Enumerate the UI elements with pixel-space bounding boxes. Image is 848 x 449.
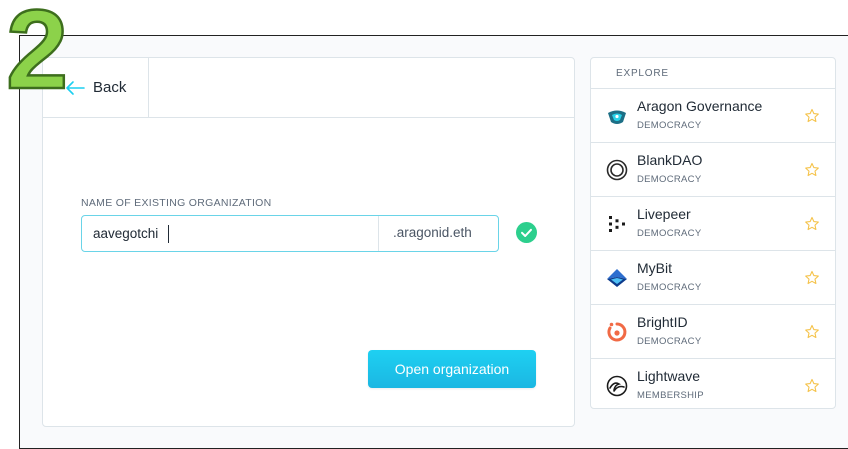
explore-item-name: BlankDAO [637,152,703,168]
star-icon[interactable] [804,270,820,286]
back-label: Back [93,79,127,96]
star-icon[interactable] [804,108,820,124]
organization-name-input[interactable] [82,216,378,251]
explore-item-name: Aragon Governance [637,98,763,114]
svg-text:2: 2 [6,0,68,102]
explore-item-mybit[interactable]: MyBit DEMOCRACY [591,250,835,304]
star-icon[interactable] [804,162,820,178]
explore-item-type: DEMOCRACY [637,174,702,185]
organization-name-field: .aragonid.eth [81,215,499,252]
explore-item-name: BrightID [637,314,688,330]
star-icon[interactable] [804,378,820,394]
aragon-logo-icon [608,110,626,124]
input-divider [378,216,379,251]
explore-item-type: MEMBERSHIP [637,390,704,401]
domain-suffix: .aragonid.eth [393,225,472,240]
explore-item-type: DEMOCRACY [637,336,702,347]
lightwave-logo-icon [606,375,628,397]
explore-item-livepeer[interactable]: Livepeer DEMOCRACY [591,196,835,250]
explore-item-name: Livepeer [637,206,691,222]
explore-list: Aragon Governance DEMOCRACY BlankDAO DEM… [591,88,835,408]
explore-title: EXPLORE [616,68,669,79]
organization-name-label: NAME OF EXISTING ORGANIZATION [81,197,272,209]
explore-item-brightid[interactable]: BrightID DEMOCRACY [591,304,835,358]
mybit-logo-icon [607,269,627,287]
open-organization-panel: Back NAME OF EXISTING ORGANIZATION .arag… [42,57,575,427]
step-number-badge: 2 [5,0,70,102]
blankdao-logo-icon [606,159,628,181]
explore-item-lightwave[interactable]: Lightwave MEMBERSHIP [591,358,835,408]
check-icon [516,222,537,243]
explore-item-type: DEMOCRACY [637,120,702,131]
explore-item-name: Lightwave [637,368,701,384]
explore-item-aragon-governance[interactable]: Aragon Governance DEMOCRACY [591,88,835,142]
explore-item-blankdao[interactable]: BlankDAO DEMOCRACY [591,142,835,196]
panel-header: Back [43,58,574,118]
star-icon[interactable] [804,216,820,232]
brightid-logo-icon [607,322,627,342]
text-caret [168,225,169,243]
livepeer-logo-icon [609,216,625,232]
explore-panel: EXPLORE Aragon Governance DEMOCRACY Blan… [590,57,836,409]
explore-item-name: MyBit [637,260,672,276]
star-icon[interactable] [804,324,820,340]
explore-item-type: DEMOCRACY [637,228,702,239]
open-organization-button[interactable]: Open organization [368,350,536,388]
explore-item-type: DEMOCRACY [637,282,702,293]
